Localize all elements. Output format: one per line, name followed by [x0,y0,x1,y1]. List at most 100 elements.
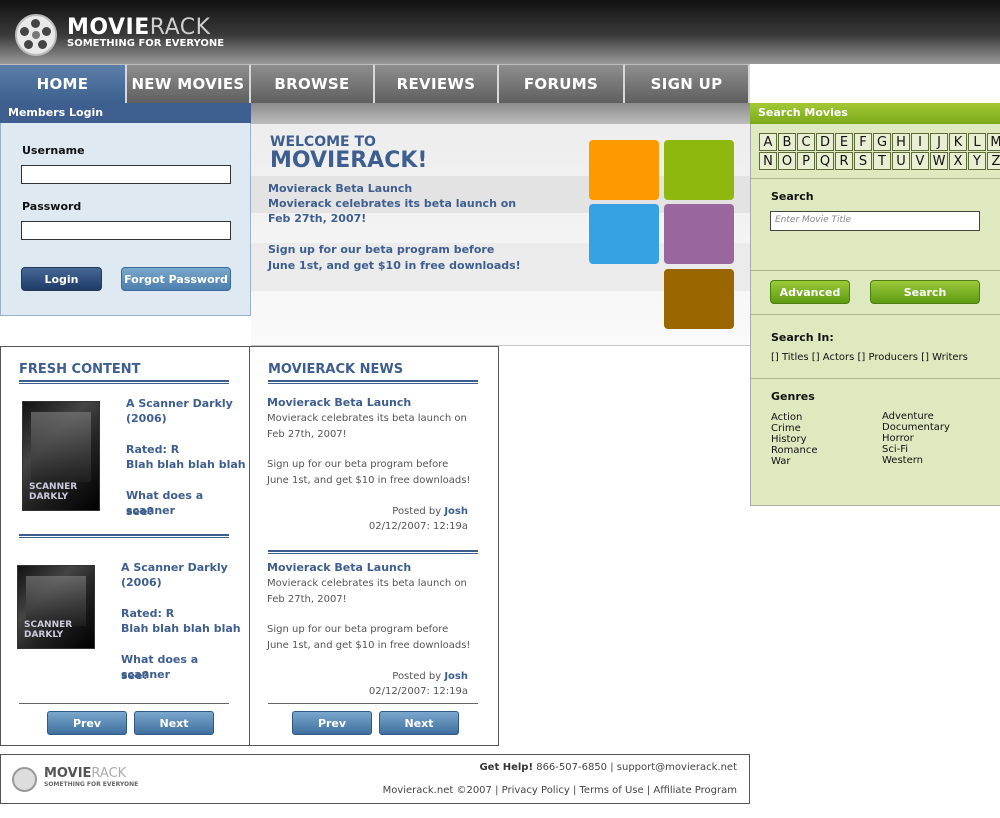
letter-v[interactable]: V [911,152,929,170]
letter-l[interactable]: L [968,133,986,151]
advanced-search-button[interactable]: Advanced [770,280,850,304]
welcome-line: Movierack Beta Launch [268,182,413,195]
movie-title-input[interactable]: Enter Movie Title [770,211,980,231]
letter-h[interactable]: H [892,133,910,151]
letter-c[interactable]: C [797,133,815,151]
divider [751,314,1000,315]
search-in-options[interactable]: [] Titles [] Actors [] Producers [] Writ… [771,352,968,363]
forgot-password-button[interactable]: Forgot Password [121,267,231,291]
prev-button[interactable]: Prev [292,711,372,735]
cover-text: SCANNER DARKLY [24,620,73,640]
genre-romance[interactable]: Romance [771,445,817,456]
letter-p[interactable]: P [797,152,815,170]
author-link[interactable]: Josh [444,506,468,517]
letter-r[interactable]: R [835,152,853,170]
username-input[interactable] [21,165,231,184]
letter-m[interactable]: M [987,133,1000,151]
get-help-label: Get Help! [479,762,534,773]
welcome-line: Feb 27th, 2007! [268,212,367,225]
genre-horror[interactable]: Horror [882,433,950,444]
help-contact[interactable]: 866-507-6850 | support@movierack.net [536,762,737,773]
letter-a[interactable]: A [759,133,777,151]
letter-g[interactable]: G [873,133,891,151]
cover-art [31,412,91,482]
genre-war[interactable]: War [771,456,817,467]
green-square [664,140,734,200]
letter-z[interactable]: Z [987,152,1000,170]
next-button[interactable]: Next [134,711,214,735]
members-login-panel: Username Password Login Forgot Password [0,123,251,316]
cover-art [26,576,86,626]
letter-w[interactable]: W [930,152,948,170]
pager-rule [19,703,229,704]
genre-scifi[interactable]: Sci-Fi [882,444,950,455]
welcome-line: Sign up for our beta program before [268,243,495,256]
divider [751,378,1000,379]
next-button[interactable]: Next [379,711,459,735]
search-button[interactable]: Search [870,280,980,304]
login-button[interactable]: Login [21,267,102,291]
nav-new-movies[interactable]: NEW MOVIES [127,64,251,103]
letter-f[interactable]: F [854,133,872,151]
letter-k[interactable]: K [949,133,967,151]
letter-t[interactable]: T [873,152,891,170]
password-input[interactable] [21,221,231,240]
movie-title-link[interactable]: A Scanner Darkly [121,560,228,575]
letter-b[interactable]: B [778,133,796,151]
nav-home[interactable]: HOME [0,64,127,103]
welcome-title: MOVIERACK! [270,148,428,173]
prev-button[interactable]: Prev [47,711,127,735]
logo[interactable]: MOVIERACK [67,15,211,40]
movie-year: (2006) [126,412,167,425]
news-headline[interactable]: Movierack Beta Launch [267,561,411,574]
movie-question[interactable]: see? [126,504,154,519]
letter-i[interactable]: I [911,133,929,151]
fresh-content-title: FRESH CONTENT [19,362,141,377]
welcome-line: Movierack celebrates its beta launch on [268,197,517,210]
page: { "brand": {"name_bold": "MOVIE", "name_… [0,0,1000,818]
nav-sign-up[interactable]: SIGN UP [625,64,750,103]
film-reel-icon [15,14,57,56]
dvd-cover-image[interactable]: SCANNER DARKLY [17,565,108,649]
genre-adventure[interactable]: Adventure [882,411,950,422]
posted-by-label: Posted by [392,506,442,517]
genre-history[interactable]: History [771,434,817,445]
genre-documentary[interactable]: Documentary [882,422,950,433]
news-body: June 1st, and get $10 in free downloads! [267,640,471,651]
news-byline: Posted by Josh [392,504,468,519]
nav-browse[interactable]: BROWSE [251,64,375,103]
password-label: Password [22,200,82,213]
nav-forums[interactable]: FORUMS [499,64,625,103]
letter-d[interactable]: D [816,133,834,151]
movie-title-link[interactable]: A Scanner Darkly [126,396,233,411]
brown-square [664,269,734,329]
genre-western[interactable]: Western [882,455,950,466]
blue-square [589,204,659,264]
letter-o[interactable]: O [778,152,796,170]
letter-x[interactable]: X [949,152,967,170]
title-rule [19,380,229,384]
letter-q[interactable]: Q [816,152,834,170]
dvd-cover-image[interactable]: SCANNER DARKLY [22,401,113,511]
news-body: Feb 27th, 2007! [267,594,347,605]
letter-e[interactable]: E [835,133,853,151]
username-label: Username [22,144,85,157]
item-rule [268,550,478,554]
letter-j[interactable]: J [930,133,948,151]
letter-n[interactable]: N [759,152,777,170]
genre-action[interactable]: Action [771,412,817,423]
nav-reviews[interactable]: REVIEWS [375,64,499,103]
footer-links[interactable]: Movierack.net ©2007 | Privacy Policy | T… [383,785,737,796]
genre-crime[interactable]: Crime [771,423,817,434]
author-link[interactable]: Josh [444,671,468,682]
letter-s[interactable]: S [854,152,872,170]
letter-y[interactable]: Y [968,152,986,170]
fresh-content-panel: FRESH CONTENT SCANNER DARKLY A Scanner D… [0,346,250,746]
search-panel: ABCDEFGHIJKLM NOPQRSTUVWXYZ Search Enter… [750,124,1000,506]
footer-logo[interactable]: MOVIERACK [44,766,126,781]
genres-column-left: Action Crime History Romance War [771,412,817,467]
movie-question[interactable]: see? [121,668,149,683]
letter-u[interactable]: U [892,152,910,170]
search-label: Search [771,190,814,203]
news-headline[interactable]: Movierack Beta Launch [267,396,411,409]
